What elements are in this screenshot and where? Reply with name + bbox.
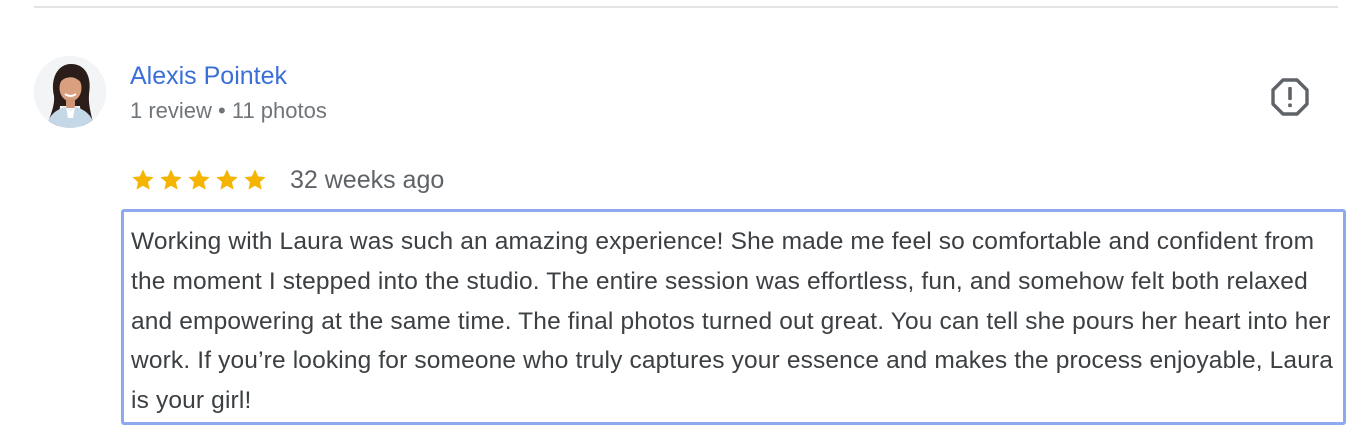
report-flag-icon <box>1271 78 1309 116</box>
avatar-photo <box>34 56 106 128</box>
star-icon <box>132 169 154 190</box>
rating-row: 32 weeks ago <box>130 163 444 197</box>
report-button[interactable] <box>1266 75 1314 119</box>
star-icon <box>244 169 266 190</box>
star-rating <box>130 167 268 193</box>
star-icon <box>216 169 238 190</box>
author-meta: 1 review • 11 photos <box>130 98 327 123</box>
star-icon <box>160 169 182 190</box>
star-icon <box>188 169 210 190</box>
review-text-highlight: Working with Laura was such an amazing e… <box>121 209 1346 425</box>
review-text: Working with Laura was such an amazing e… <box>131 228 1334 415</box>
avatar[interactable] <box>34 56 106 128</box>
author-name-link[interactable]: Alexis Pointek <box>130 60 287 92</box>
review-time: 32 weeks ago <box>290 166 445 194</box>
top-divider <box>34 6 1338 8</box>
